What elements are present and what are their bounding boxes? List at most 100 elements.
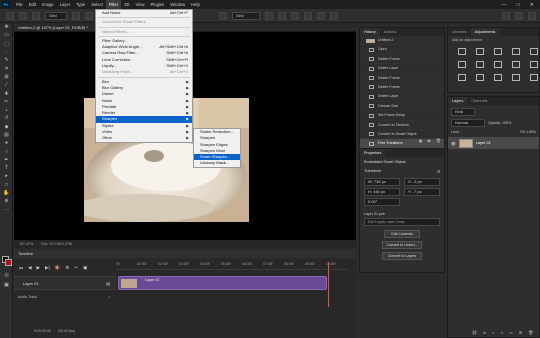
tab-properties[interactable]: Properties — [360, 149, 386, 157]
align-left-icon[interactable] — [85, 11, 93, 20]
healing-brush-tool-icon[interactable]: ✚ — [0, 89, 13, 97]
film-strip-icon[interactable]: ▤ — [106, 277, 110, 291]
menu-layer[interactable]: Layer — [57, 0, 73, 9]
tab-actions[interactable]: Actions — [380, 28, 400, 36]
new-snapshot-icon[interactable]: ▣ — [419, 138, 423, 143]
share-icon[interactable] — [528, 11, 536, 20]
maximize-icon[interactable]: □ — [517, 2, 520, 8]
levels-icon[interactable] — [476, 48, 484, 55]
grid-dropdown[interactable]: Grid — [232, 11, 260, 20]
menu-select[interactable]: Select — [88, 0, 106, 9]
tab-adjustments[interactable]: Adjustments — [470, 28, 500, 36]
filter-menu-item[interactable]: Convert for Smart Filters — [96, 19, 192, 25]
transition-icon[interactable]: ▣ — [83, 265, 87, 271]
quick-select-tool-icon[interactable]: ✎ — [0, 56, 13, 64]
more-tools-icon[interactable]: ··· — [0, 206, 13, 214]
menu-filter[interactable]: Filter — [105, 0, 122, 9]
move-tool-icon[interactable]: ✥ — [0, 23, 13, 31]
dodge-tool-icon[interactable]: ○ — [0, 147, 13, 155]
gradient-map-icon[interactable] — [512, 74, 520, 81]
play-icon[interactable]: ▶ — [37, 265, 40, 271]
screen-mode-icon[interactable]: ▣ — [0, 281, 13, 289]
hand-tool-icon[interactable]: ✋ — [0, 189, 13, 197]
y-field[interactable]: Y: -7 px — [404, 188, 440, 196]
history-state[interactable]: Open — [360, 45, 444, 55]
filter-menu-item[interactable]: Add Noise Alt+Ctrl+F — [96, 10, 192, 16]
auto-select-dropdown[interactable]: Grid — [45, 11, 67, 20]
add-mask-icon[interactable]: ◐ — [492, 330, 494, 335]
threshold-icon[interactable] — [494, 74, 502, 81]
trash-icon[interactable]: 🗑 — [436, 138, 441, 143]
roll-3d-icon[interactable] — [278, 11, 286, 20]
rectangle-tool-icon[interactable]: □ — [0, 181, 13, 189]
clone-stamp-tool-icon[interactable]: ⊥ — [0, 106, 13, 114]
convert-to-linked-button[interactable]: Convert to Linked... — [382, 241, 422, 249]
doc-size[interactable]: Doc: 972.0K/1.27M — [41, 240, 72, 248]
vibrance-icon[interactable] — [530, 48, 538, 55]
height-field[interactable]: H: 446 px — [364, 188, 400, 196]
curves-icon[interactable] — [494, 48, 502, 55]
group-folder-icon[interactable]: ▭ — [509, 330, 513, 335]
previous-frame-icon[interactable]: ◀ — [28, 265, 31, 271]
home-icon[interactable] — [6, 11, 14, 20]
menu-view[interactable]: View — [133, 0, 148, 9]
width-field[interactable]: W: 738 px — [364, 178, 400, 186]
quick-mask-icon[interactable]: ◎ — [0, 271, 13, 279]
rotate-3d-icon[interactable] — [265, 11, 273, 20]
posterize-icon[interactable] — [476, 74, 484, 81]
history-state[interactable]: Convert to Timeline — [360, 121, 444, 130]
history-state[interactable]: Delete Layer — [360, 64, 444, 74]
eraser-tool-icon[interactable]: ◆ — [0, 123, 13, 131]
photo-filter-icon[interactable] — [512, 61, 520, 68]
history-brush-tool-icon[interactable]: ↺ — [0, 114, 13, 122]
menu-help[interactable]: Help — [188, 0, 203, 9]
channel-mixer-icon[interactable] — [530, 61, 538, 68]
history-state[interactable]: Delete Frame — [360, 55, 444, 65]
minimize-icon[interactable]: — — [502, 2, 507, 8]
tab-layers[interactable]: Layers — [448, 97, 468, 105]
tab-libraries[interactable]: Libraries — [448, 28, 471, 36]
type-tool-icon[interactable]: T — [0, 164, 13, 172]
artboard-tool-icon[interactable]: ▭ — [0, 31, 13, 39]
convert-to-layers-button[interactable]: Convert to Layers — [382, 252, 422, 260]
layer-name[interactable]: Layer 01 — [476, 141, 491, 145]
exposure-icon[interactable] — [512, 48, 520, 55]
history-state[interactable]: Canvas Size — [360, 102, 444, 112]
history-state[interactable]: Delete Layer — [360, 92, 444, 102]
close-icon[interactable]: ✕ — [530, 2, 534, 8]
menu-image[interactable]: Image — [39, 0, 57, 9]
hue-saturation-icon[interactable] — [458, 61, 466, 68]
new-layer-icon[interactable]: ⊞ — [519, 330, 522, 335]
tab-history[interactable]: History — [360, 28, 380, 36]
filter-menu-item[interactable]: Neural Filters... — [96, 29, 192, 35]
brush-tool-icon[interactable]: ✏ — [0, 98, 13, 106]
filter-menu-item[interactable]: Other ▶ — [96, 135, 192, 141]
filter-menu-item[interactable]: Vanishing Point... Alt+Ctrl+V — [96, 69, 192, 75]
history-state[interactable]: Set Frame Delay — [360, 111, 444, 121]
audio-track[interactable]: Audio Track ♪ — [14, 292, 116, 302]
move-tool-icon[interactable] — [19, 11, 27, 20]
invert-icon[interactable] — [458, 74, 466, 81]
path-selection-tool-icon[interactable]: ▸ — [0, 172, 13, 180]
marquee-tool-icon[interactable]: ⬚ — [0, 40, 13, 48]
brightness-contrast-icon[interactable] — [458, 48, 466, 55]
blur-tool-icon[interactable]: ● — [0, 139, 13, 147]
slide-3d-icon[interactable] — [304, 11, 312, 20]
menu-window[interactable]: Window — [167, 0, 188, 9]
sharpen-menu-item[interactable]: Unsharp Mask... — [194, 160, 240, 166]
transform-controls-checkbox[interactable] — [72, 11, 80, 20]
scale-3d-icon[interactable] — [317, 11, 325, 20]
angle-field[interactable]: 0.00° — [364, 198, 400, 206]
video-icon[interactable] — [330, 11, 338, 20]
audio-icon[interactable]: 🔇 — [55, 265, 61, 271]
settings-gear-icon[interactable]: ⚙ — [65, 265, 69, 271]
distribute-icon[interactable] — [219, 11, 227, 20]
background-color-swatch[interactable] — [5, 259, 12, 266]
music-note-icon[interactable]: ♪ — [108, 292, 110, 302]
layer-comp-dropdown[interactable]: Don't Apply Layer Comp — [364, 218, 440, 226]
history-state[interactable]: Delete Frame — [360, 83, 444, 93]
edit-contents-button[interactable]: Edit Contents — [384, 230, 420, 238]
auto-select-checkbox[interactable] — [32, 11, 40, 20]
menu-file[interactable]: File — [13, 0, 26, 9]
menu-edit[interactable]: Edit — [26, 0, 39, 9]
